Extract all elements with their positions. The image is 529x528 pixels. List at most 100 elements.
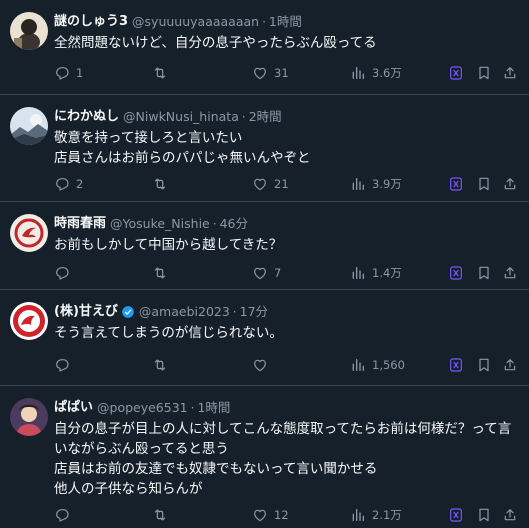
grok-button[interactable]: [448, 64, 464, 82]
display-name[interactable]: ぱぱい: [54, 399, 93, 417]
like-button[interactable]: [252, 356, 274, 374]
tweet-line: 店員さんはお前らのパパじゃ無いんやぞと: [54, 150, 311, 166]
user-handle[interactable]: @NiwkNusi_hinata: [123, 108, 239, 126]
tweet-text: お前もしかして中国から越してきた？: [54, 235, 524, 255]
views-icon: [352, 267, 364, 279]
avatar[interactable]: [10, 107, 48, 145]
grok-icon: [450, 266, 462, 280]
views-button[interactable]: 3.9万: [350, 175, 402, 193]
tweet-line: お前もしかして中国から越してきた？: [54, 237, 283, 253]
views-button[interactable]: 1,560: [350, 356, 405, 374]
user-handle[interactable]: @amaebi2023: [139, 303, 230, 321]
bookmark-icon: [479, 508, 489, 522]
user-handle[interactable]: @Yosuke_Nishie: [110, 215, 210, 233]
tweet[interactable]: ぱぱい @popeye6531 · 1時間 自分の息子が目上の人に対してこんな態…: [0, 386, 529, 528]
display-name[interactable]: 時雨春雨: [54, 215, 106, 233]
retweet-button[interactable]: [152, 175, 174, 193]
action-bar: 7 1.4万: [54, 264, 524, 282]
views-button[interactable]: 3.6万: [350, 64, 402, 82]
retweet-button[interactable]: [152, 506, 174, 524]
share-icon: [504, 267, 516, 279]
share-button[interactable]: [502, 175, 518, 193]
tweet[interactable]: 時雨春雨 @Yosuke_Nishie · 46分 お前もしかして中国から越して…: [0, 202, 529, 290]
views-icon: [352, 178, 364, 190]
share-button[interactable]: [502, 64, 518, 82]
bookmark-button[interactable]: [476, 175, 492, 193]
like-button[interactable]: 31: [252, 64, 289, 82]
avatar[interactable]: [10, 12, 48, 50]
bookmark-icon: [479, 358, 489, 372]
tweet-text: そう言えてしまうのが信じられない。: [54, 323, 524, 343]
timestamp[interactable]: 46分: [220, 215, 248, 233]
view-count: 1,560: [372, 358, 405, 372]
verified-badge-icon: [122, 306, 134, 318]
tweet-text: 敬意を持って接しろと言いたい 店員さんはお前らのパパじゃ無いんやぞと: [54, 128, 524, 168]
avatar[interactable]: [10, 214, 48, 252]
timestamp[interactable]: 2時間: [249, 108, 282, 126]
reply-icon: [56, 67, 69, 80]
action-bar: 2 21 3.9万: [54, 175, 524, 193]
grok-button[interactable]: [448, 264, 464, 282]
reply-icon: [56, 359, 69, 372]
bookmark-button[interactable]: [476, 356, 492, 374]
tweet-text: 自分の息子が目上の人に対してこんな態度取ってたらお前は何様だ？って言 いながらぶ…: [54, 419, 524, 499]
retweet-button[interactable]: [152, 64, 174, 82]
tweet-line: 敬意を持って接しろと言いたい: [54, 130, 243, 146]
share-button[interactable]: [502, 264, 518, 282]
tweet-line: いながらぶん殴ってると思う: [54, 441, 229, 457]
grok-icon: [450, 66, 462, 80]
grok-icon: [450, 358, 462, 372]
retweet-icon: [154, 267, 166, 279]
grok-button[interactable]: [448, 506, 464, 524]
grok-button[interactable]: [448, 356, 464, 374]
display-name[interactable]: にわかぬし: [54, 108, 119, 126]
retweet-button[interactable]: [152, 264, 174, 282]
display-name[interactable]: (株)甘えび: [54, 303, 118, 321]
bookmark-button[interactable]: [476, 64, 492, 82]
bookmark-button[interactable]: [476, 506, 492, 524]
like-button[interactable]: 12: [252, 506, 289, 524]
user-handle[interactable]: @syuuuuyaaaaaaan: [132, 13, 259, 31]
timestamp[interactable]: 17分: [240, 303, 268, 321]
retweet-button[interactable]: [152, 356, 174, 374]
avatar[interactable]: [10, 302, 48, 340]
bookmark-icon: [479, 177, 489, 191]
tweet[interactable]: 謎のしゅう3 @syuuuuyaaaaaaan · 1時間 全然問題ないけど、自…: [0, 0, 529, 95]
retweet-icon: [154, 359, 166, 371]
bookmark-button[interactable]: [476, 264, 492, 282]
tweet-header: ぱぱい @popeye6531 · 1時間: [54, 399, 230, 417]
reply-button[interactable]: [54, 264, 76, 282]
user-handle[interactable]: @popeye6531: [97, 399, 188, 417]
timestamp[interactable]: 1時間: [197, 399, 230, 417]
share-button[interactable]: [502, 506, 518, 524]
reply-button[interactable]: 2: [54, 175, 83, 193]
views-button[interactable]: 1.4万: [350, 264, 402, 282]
like-button[interactable]: 21: [252, 175, 289, 193]
retweet-icon: [154, 67, 166, 79]
reply-button[interactable]: [54, 356, 76, 374]
bookmark-icon: [479, 266, 489, 280]
like-button[interactable]: 7: [252, 264, 281, 282]
like-count: 12: [274, 508, 289, 522]
reply-count: 2: [76, 177, 84, 191]
avatar[interactable]: [10, 398, 48, 436]
reply-button[interactable]: 1: [54, 64, 83, 82]
timestamp[interactable]: 1時間: [269, 13, 302, 31]
display-name[interactable]: 謎のしゅう3: [54, 13, 128, 31]
tweet[interactable]: にわかぬし @NiwkNusi_hinata · 2時間 敬意を持って接しろと言…: [0, 95, 529, 202]
tweet[interactable]: (株)甘えび @amaebi2023 · 17分 そう言えてしまうのが信じられな…: [0, 290, 529, 386]
tweet-header: (株)甘えび @amaebi2023 · 17分: [54, 303, 268, 321]
grok-button[interactable]: [448, 175, 464, 193]
reply-icon: [56, 267, 69, 280]
like-icon: [254, 359, 266, 372]
views-icon: [352, 509, 364, 521]
like-icon: [254, 509, 266, 522]
share-button[interactable]: [502, 356, 518, 374]
reply-button[interactable]: [54, 506, 76, 524]
separator-dot: ·: [212, 217, 217, 231]
views-icon: [352, 67, 364, 79]
like-icon: [254, 178, 266, 191]
view-count: 3.9万: [372, 177, 402, 191]
tweet-header: にわかぬし @NiwkNusi_hinata · 2時間: [54, 108, 282, 126]
views-button[interactable]: 2.1万: [350, 506, 402, 524]
